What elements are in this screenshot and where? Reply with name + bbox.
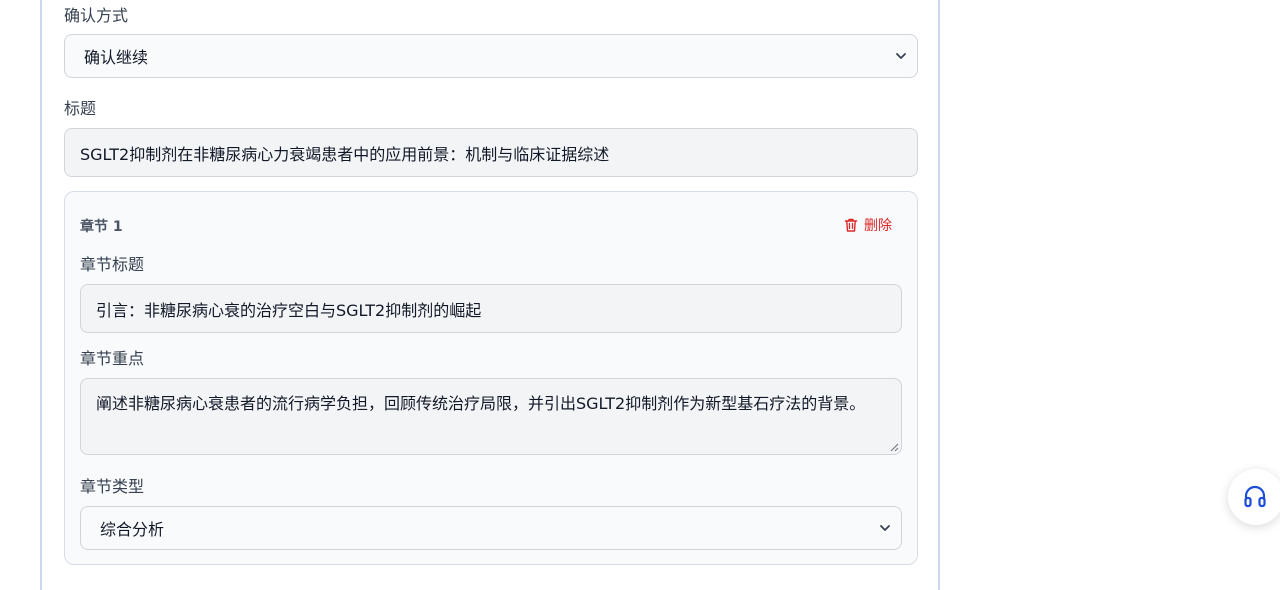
chapter-focus-label: 章节重点 (80, 349, 145, 368)
chapter-title-value: 引言：非糖尿病心衰的治疗空白与SGLT2抑制剂的崛起 (96, 300, 482, 320)
chapter-title-label: 章节标题 (80, 255, 145, 274)
chapter-type-select[interactable]: 综合分析 (80, 506, 902, 550)
chapter-focus-textarea[interactable]: 阐述非糖尿病心衰患者的流行病学负担，回顾传统治疗局限，并引出SGLT2抑制剂作为… (80, 378, 902, 455)
trash-icon (844, 218, 858, 232)
chapter-type-value: 综合分析 (100, 520, 165, 539)
delete-chapter-button[interactable]: 删除 (843, 215, 892, 235)
confirm-method-value: 确认继续 (84, 48, 149, 67)
chevron-down-icon (896, 53, 906, 59)
chapter-type-label: 章节类型 (80, 477, 145, 496)
chapter-heading: 章节 1 (80, 219, 123, 235)
support-button[interactable] (1228, 469, 1280, 525)
chapter-title-input[interactable]: 引言：非糖尿病心衰的治疗空白与SGLT2抑制剂的崛起 (80, 284, 902, 333)
title-input[interactable]: SGLT2抑制剂在非糖尿病心力衰竭患者中的应用前景：机制与临床证据综述 (64, 128, 918, 177)
title-label: 标题 (64, 99, 97, 118)
chevron-down-icon (880, 525, 890, 531)
confirm-method-label: 确认方式 (64, 6, 129, 25)
headset-icon (1244, 485, 1266, 508)
chapter-focus-value: 阐述非糖尿病心衰患者的流行病学负担，回顾传统治疗局限，并引出SGLT2抑制剂作为… (96, 394, 866, 413)
delete-label: 删除 (864, 218, 892, 234)
confirm-method-select[interactable]: 确认继续 (64, 34, 918, 78)
title-input-value: SGLT2抑制剂在非糖尿病心力衰竭患者中的应用前景：机制与临床证据综述 (80, 144, 610, 164)
resize-handle-icon[interactable] (889, 442, 899, 452)
